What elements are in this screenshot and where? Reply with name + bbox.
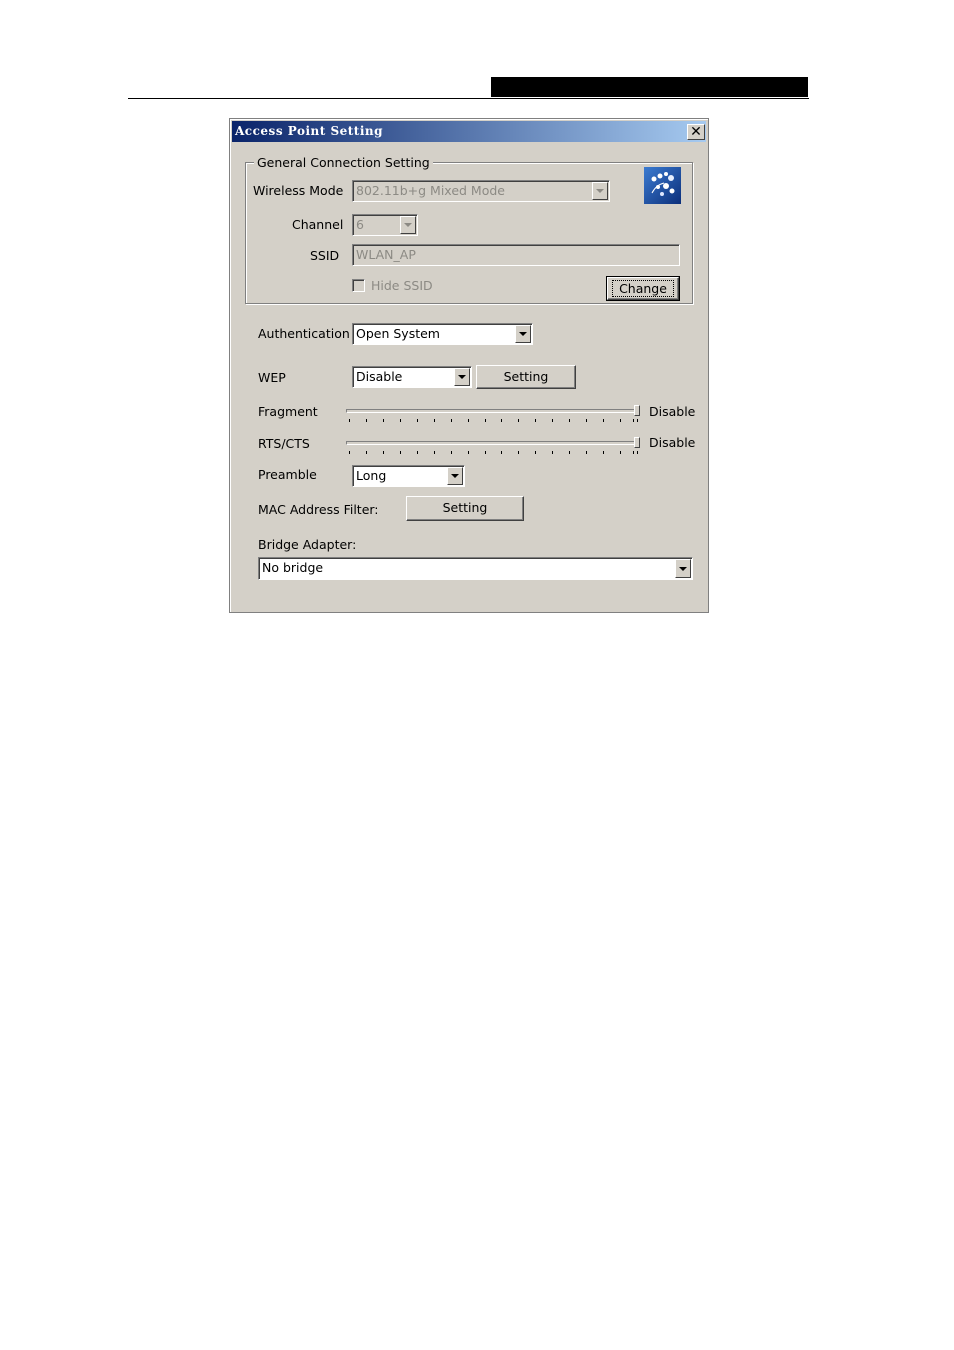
slider-tick — [603, 419, 604, 422]
slider-tick — [535, 451, 536, 454]
chevron-down-icon[interactable] — [515, 325, 531, 343]
bridge-adapter-select[interactable]: No bridge — [258, 557, 693, 580]
slider-tick — [417, 451, 418, 454]
slider-tick — [569, 419, 570, 422]
rts-cts-status: Disable — [649, 435, 696, 450]
fragment-slider-thumb[interactable] — [634, 405, 640, 416]
rts-cts-slider-ticks — [349, 451, 639, 455]
rts-cts-label: RTS/CTS — [258, 436, 310, 451]
channel-select[interactable]: 6 — [352, 214, 418, 236]
preamble-value: Long — [356, 468, 387, 483]
authentication-value: Open System — [356, 326, 440, 341]
wireless-network-icon — [644, 167, 681, 204]
chevron-down-icon[interactable] — [592, 182, 608, 200]
chevron-down-icon[interactable] — [400, 216, 416, 234]
slider-tick — [518, 419, 519, 422]
slider-tick — [417, 419, 418, 422]
slider-tick — [468, 451, 469, 454]
slider-tick — [434, 419, 435, 422]
slider-tick — [485, 451, 486, 454]
dialog-titlebar[interactable]: Access Point Setting ✕ — [232, 121, 706, 142]
wireless-mode-value: 802.11b+g Mixed Mode — [356, 183, 505, 198]
wep-label: WEP — [258, 370, 286, 385]
slider-tick — [400, 451, 401, 454]
chevron-down-icon[interactable] — [454, 368, 470, 386]
wireless-mode-select[interactable]: 802.11b+g Mixed Mode — [352, 180, 610, 202]
slider-tick — [633, 451, 634, 454]
wep-setting-label: Setting — [503, 369, 549, 384]
wep-value: Disable — [356, 369, 403, 384]
slider-tick — [633, 419, 634, 422]
slider-tick — [349, 419, 350, 422]
rts-cts-slider-thumb[interactable] — [634, 437, 640, 448]
fragment-slider-ticks — [349, 419, 639, 423]
slider-tick — [400, 419, 401, 422]
channel-value: 6 — [356, 217, 364, 232]
slider-tick — [383, 419, 384, 422]
mac-filter-setting-button[interactable]: Setting — [406, 496, 524, 521]
rts-cts-slider-track[interactable] — [346, 441, 640, 445]
authentication-select[interactable]: Open System — [352, 323, 533, 345]
slider-tick — [637, 419, 638, 422]
wireless-mode-label: Wireless Mode — [253, 183, 344, 198]
mac-filter-setting-label: Setting — [442, 500, 488, 515]
chevron-down-icon[interactable] — [675, 559, 691, 578]
bridge-adapter-label: Bridge Adapter: — [258, 537, 357, 552]
slider-tick — [434, 451, 435, 454]
slider-tick — [501, 451, 502, 454]
preamble-label: Preamble — [258, 467, 317, 482]
fragment-slider-track[interactable] — [346, 409, 640, 413]
header-rule — [128, 98, 809, 99]
fragment-status: Disable — [649, 404, 696, 419]
group-legend: General Connection Setting — [254, 155, 433, 170]
ssid-input[interactable]: WLAN_AP — [352, 244, 680, 266]
bridge-adapter-value: No bridge — [262, 560, 324, 575]
dialog-title: Access Point Setting — [235, 124, 384, 138]
slider-tick — [349, 451, 350, 454]
slider-tick — [586, 451, 587, 454]
ssid-value: WLAN_AP — [356, 247, 416, 262]
slider-tick — [518, 451, 519, 454]
slider-tick — [501, 419, 502, 422]
ssid-label: SSID — [310, 248, 340, 263]
access-point-setting-dialog: Access Point Setting ✕ General Connectio… — [229, 118, 709, 613]
mac-filter-label: MAC Address Filter: — [258, 502, 379, 517]
slider-tick — [366, 451, 367, 454]
hide-ssid-checkbox[interactable] — [352, 279, 365, 292]
preamble-select[interactable]: Long — [352, 465, 465, 487]
slider-tick — [569, 451, 570, 454]
slider-tick — [620, 419, 621, 422]
slider-tick — [468, 419, 469, 422]
slider-tick — [451, 419, 452, 422]
slider-tick — [451, 451, 452, 454]
slider-tick — [535, 419, 536, 422]
slider-tick — [637, 451, 638, 454]
header-bar — [491, 77, 808, 97]
slider-tick — [552, 451, 553, 454]
slider-tick — [366, 419, 367, 422]
channel-label: Channel — [292, 217, 344, 232]
change-button[interactable]: Change — [606, 276, 680, 301]
slider-tick — [603, 451, 604, 454]
slider-tick — [620, 451, 621, 454]
close-button[interactable]: ✕ — [687, 124, 705, 140]
wep-setting-button[interactable]: Setting — [476, 365, 576, 389]
slider-tick — [383, 451, 384, 454]
authentication-label: Authentication — [258, 326, 350, 341]
slider-tick — [485, 419, 486, 422]
hide-ssid-label: Hide SSID — [371, 278, 433, 293]
wep-select[interactable]: Disable — [352, 366, 472, 388]
slider-tick — [586, 419, 587, 422]
change-button-label: Change — [612, 280, 674, 297]
fragment-label: Fragment — [258, 404, 318, 419]
slider-tick — [552, 419, 553, 422]
chevron-down-icon[interactable] — [447, 467, 463, 485]
close-icon: ✕ — [690, 124, 702, 140]
